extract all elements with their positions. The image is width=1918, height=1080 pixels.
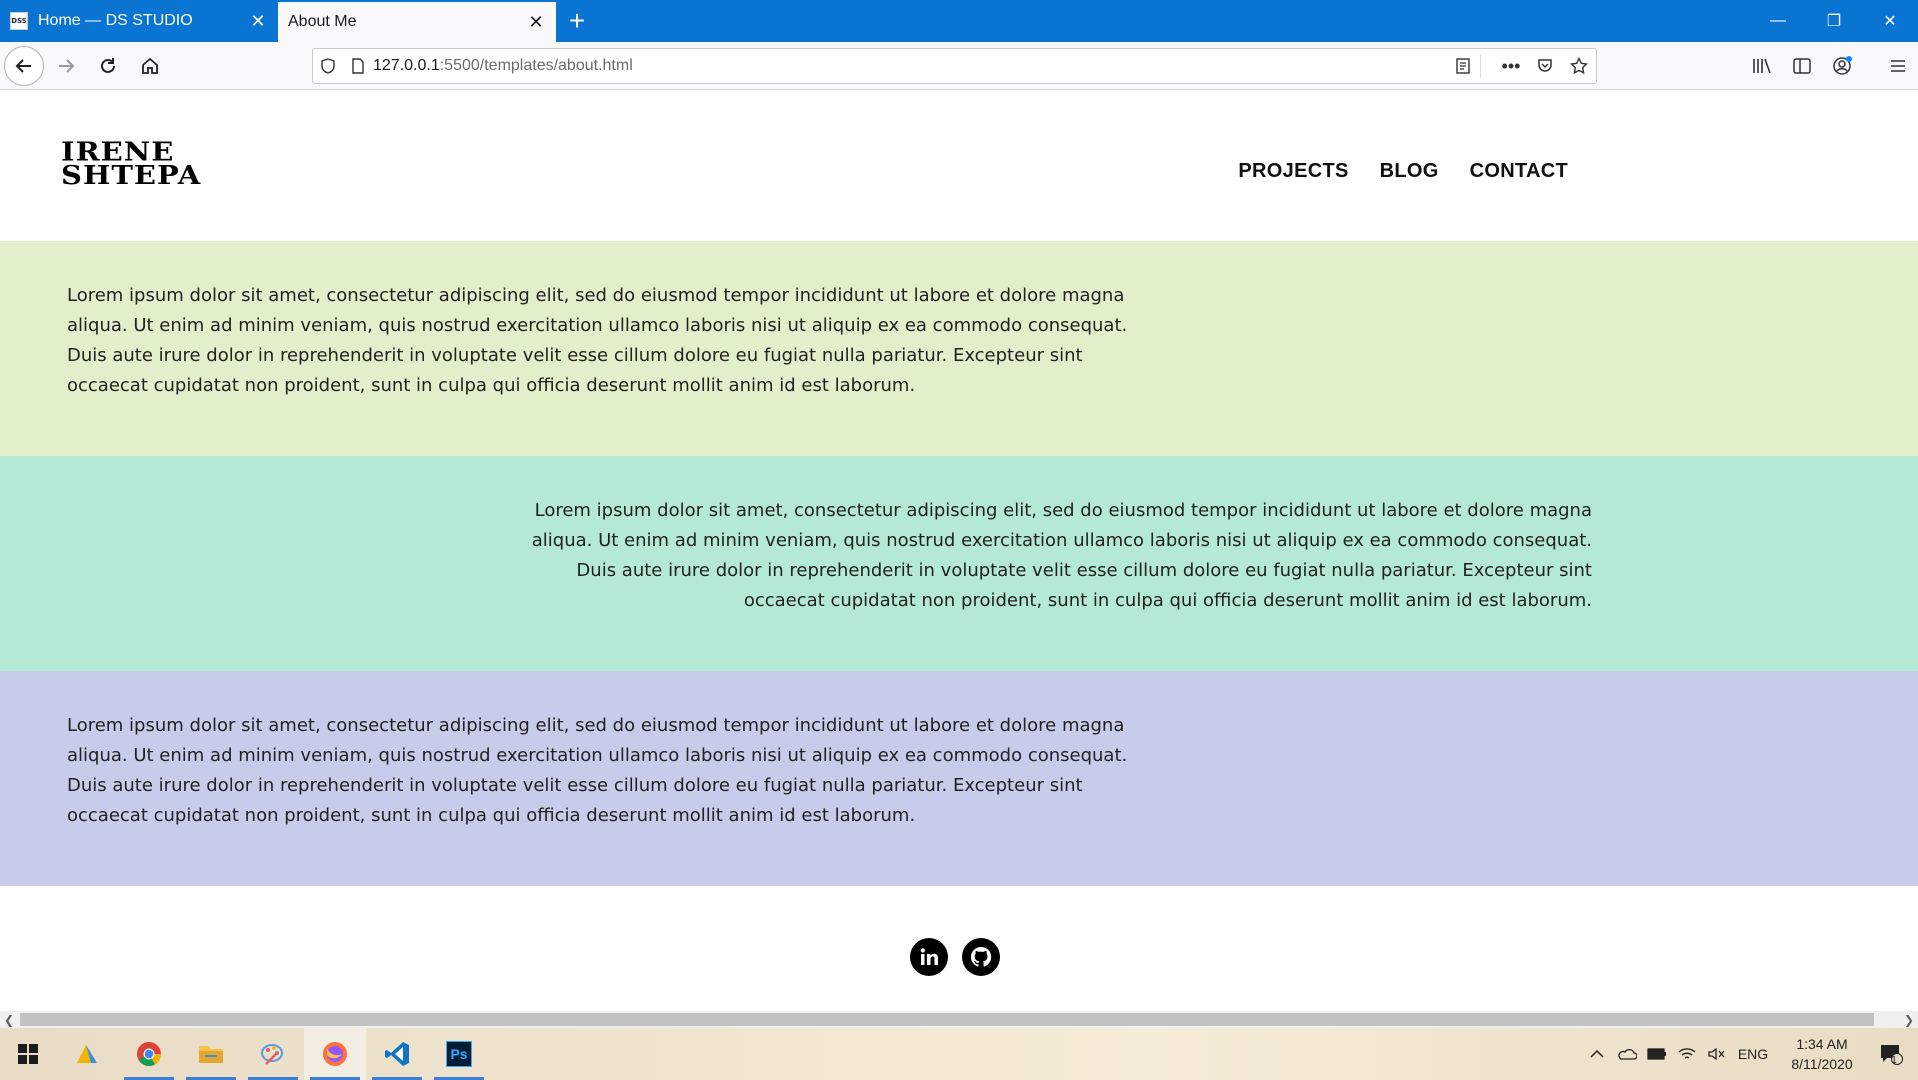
folder-icon[interactable] <box>180 1028 242 1080</box>
windows-logo-icon <box>18 1044 38 1064</box>
reload-icon <box>101 57 115 73</box>
clock[interactable]: 1:34 AM 8/11/2020 <box>1774 1034 1870 1074</box>
site-header: IRENE SHTEPA PROJECTS BLOG CONTACT <box>0 91 1918 241</box>
windows-taskbar: Ps ENG 1:34 AM 8/11/2020 1 <box>0 1028 1918 1080</box>
minimize-button[interactable]: — <box>1750 0 1806 42</box>
notification-count: 1 <box>1891 1054 1897 1066</box>
tab-home[interactable]: DSS Home — DS STUDIO ✕ <box>0 0 278 42</box>
page-info-icon[interactable] <box>343 58 373 74</box>
system-tray: ENG 1:34 AM 8/11/2020 1 <box>1582 1028 1918 1080</box>
restore-button[interactable]: ❐ <box>1806 0 1862 42</box>
section-text: Lorem ipsum dolor sit amet, consectetur … <box>67 715 1128 826</box>
volume-muted-icon[interactable] <box>1702 1047 1732 1061</box>
url-path: :5500/templates/about.html <box>439 57 633 74</box>
section-text: Lorem ipsum dolor sit amet, consectetur … <box>531 500 1592 611</box>
tracking-shield-icon[interactable] <box>313 58 343 74</box>
social-links <box>910 938 1000 976</box>
site-nav: PROJECTS BLOG CONTACT <box>1238 160 1568 183</box>
library-icon[interactable] <box>1742 57 1782 75</box>
home-icon <box>142 57 158 74</box>
sidebar-toggle-icon[interactable] <box>1782 57 1822 75</box>
about-section-1: Lorem ipsum dolor sit amet, consectetur … <box>0 241 1918 456</box>
url-bar[interactable]: 127.0.0.1:5500/templates/about.html ••• <box>312 48 1597 84</box>
clock-date: 8/11/2020 <box>1791 1056 1853 1072</box>
action-center-button[interactable]: 1 <box>1870 1043 1918 1066</box>
tab-about-me[interactable]: About Me ✕ <box>278 0 556 42</box>
back-button[interactable] <box>4 45 44 86</box>
dss-favicon-icon: DSS <box>10 12 28 30</box>
url-actions: ••• <box>1446 54 1596 78</box>
close-tab-icon[interactable]: ✕ <box>526 12 546 32</box>
back-arrow-icon <box>15 58 31 73</box>
new-tab-button[interactable]: + <box>556 0 598 42</box>
linkedin-icon[interactable] <box>910 938 948 976</box>
github-icon[interactable] <box>962 938 1000 976</box>
hamburger-menu-icon[interactable] <box>1878 58 1918 74</box>
scroll-left-icon[interactable]: ❮ <box>0 1013 18 1027</box>
wifi-icon[interactable] <box>1672 1047 1702 1061</box>
nav-link-contact[interactable]: CONTACT <box>1470 160 1568 183</box>
file-explorer-icon[interactable] <box>56 1028 118 1080</box>
start-button[interactable] <box>0 1028 56 1080</box>
scroll-right-icon[interactable]: ❯ <box>1900 1013 1918 1027</box>
close-tab-icon[interactable]: ✕ <box>248 11 268 31</box>
url-divider <box>1480 54 1494 78</box>
bookmark-star-icon[interactable] <box>1562 57 1596 75</box>
about-section-2: Lorem ipsum dolor sit amet, consectetur … <box>0 456 1918 671</box>
scrollbar-thumb[interactable] <box>20 1013 1874 1026</box>
horizontal-scrollbar[interactable]: ❮ ❯ <box>0 1011 1918 1028</box>
photoshop-icon[interactable]: Ps <box>428 1028 490 1080</box>
about-section-3: Lorem ipsum dolor sit amet, consectetur … <box>0 671 1918 886</box>
onedrive-cloud-icon[interactable] <box>1612 1048 1642 1060</box>
home-button[interactable] <box>130 46 170 86</box>
toolbar-right <box>1742 42 1918 90</box>
url-host: 127.0.0.1 <box>373 57 440 74</box>
scrollbar-track[interactable] <box>18 1011 1900 1028</box>
paint-icon[interactable] <box>242 1028 304 1080</box>
site-logo[interactable]: IRENE SHTEPA <box>61 139 202 191</box>
forward-button[interactable] <box>46 46 86 86</box>
battery-icon[interactable] <box>1642 1048 1672 1060</box>
nav-link-blog[interactable]: BLOG <box>1380 160 1439 183</box>
window-controls: — ❐ ✕ <box>1750 0 1918 42</box>
firefox-icon[interactable] <box>304 1028 366 1080</box>
close-window-button[interactable]: ✕ <box>1862 0 1918 42</box>
forward-arrow-icon <box>59 58 75 73</box>
logo-line-2: SHTEPA <box>61 159 202 191</box>
browser-titlebar: DSS Home — DS STUDIO ✕ About Me ✕ + — ❐ … <box>0 0 1918 42</box>
chrome-icon[interactable] <box>118 1028 180 1080</box>
page-viewport: IRENE SHTEPA PROJECTS BLOG CONTACT Lorem… <box>0 91 1918 1011</box>
vscode-icon[interactable] <box>366 1028 428 1080</box>
account-icon[interactable] <box>1822 55 1862 77</box>
language-indicator[interactable]: ENG <box>1732 1046 1774 1062</box>
nav-link-projects[interactable]: PROJECTS <box>1238 160 1348 183</box>
tab-title: Home — DS STUDIO <box>38 12 193 29</box>
section-text: Lorem ipsum dolor sit amet, consectetur … <box>67 285 1128 396</box>
navigation-toolbar: 127.0.0.1:5500/templates/about.html ••• <box>0 42 1918 90</box>
pocket-icon[interactable] <box>1528 57 1562 75</box>
photoshop-label: Ps <box>446 1041 472 1067</box>
reload-button[interactable] <box>88 46 128 86</box>
clock-time: 1:34 AM <box>1796 1036 1848 1052</box>
reader-view-icon[interactable] <box>1446 57 1480 75</box>
chevron-up-icon[interactable] <box>1582 1049 1612 1059</box>
site-footer <box>0 886 1918 1011</box>
page-actions-icon[interactable]: ••• <box>1494 56 1528 77</box>
tab-title: About Me <box>288 13 357 30</box>
